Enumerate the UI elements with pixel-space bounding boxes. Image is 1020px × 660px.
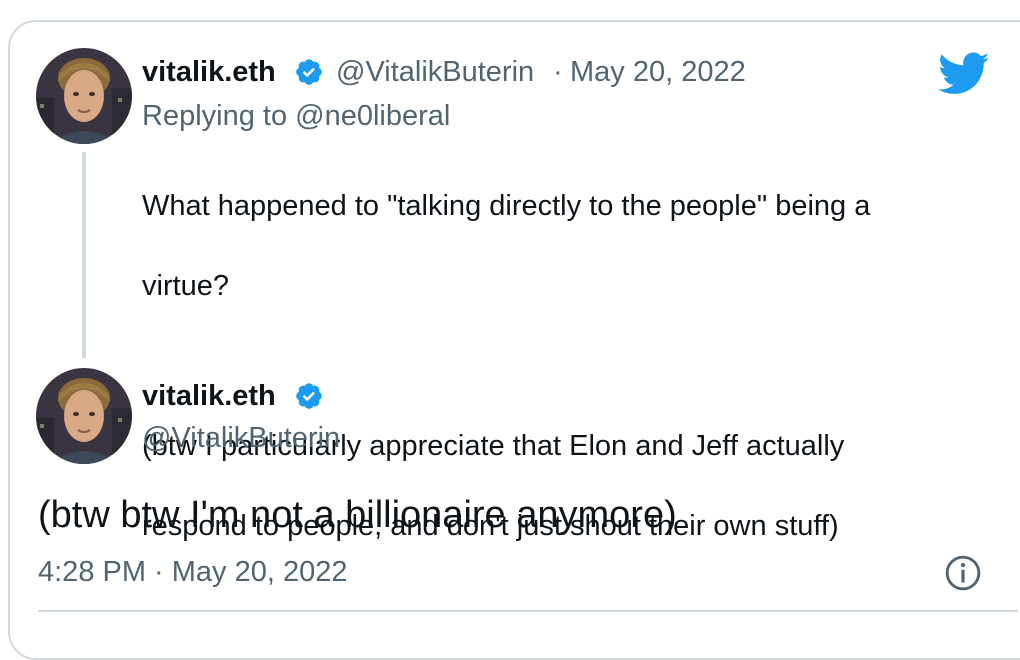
main-author-name[interactable]: vitalik.eth — [142, 380, 276, 413]
main-author-handle[interactable]: @VitalikButerin — [142, 422, 340, 455]
reply-date[interactable]: May 20, 2022 — [570, 56, 746, 89]
main-tweet-text: (btw btw I'm not a billionaire anymore) — [38, 494, 677, 536]
replying-to-handle-link[interactable]: @ne0liberal — [295, 100, 450, 132]
reply-author-handle[interactable]: @VitalikButerin — [336, 56, 534, 89]
reply-text-line: virtue? — [142, 270, 230, 302]
main-tweet-timestamp[interactable]: 4:28 PM · May 20, 2022 — [38, 556, 348, 589]
thread-connector-line — [82, 152, 86, 358]
replying-to-prefix: Replying to — [142, 100, 296, 132]
twitter-bird-icon[interactable] — [938, 52, 990, 96]
reply-author-name[interactable]: vitalik.eth — [142, 56, 276, 89]
meta-separator: · — [553, 56, 563, 88]
info-icon[interactable] — [944, 554, 982, 592]
footer-divider — [38, 610, 1018, 612]
replying-to-label: Replying to @ne0liberal — [142, 100, 450, 133]
reply-text-line: What happened to "talking directly to th… — [142, 190, 871, 222]
verified-badge-icon — [296, 383, 322, 409]
reply-author-avatar[interactable] — [36, 48, 132, 144]
main-author-avatar[interactable] — [36, 368, 132, 464]
verified-badge-icon — [296, 59, 322, 85]
